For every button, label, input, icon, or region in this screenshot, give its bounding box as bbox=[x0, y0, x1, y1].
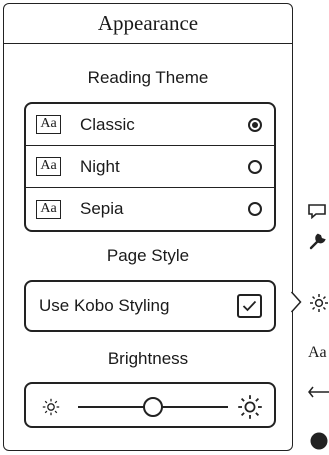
panel-title: Appearance bbox=[4, 4, 292, 44]
brightness-row bbox=[26, 384, 274, 430]
theme-label: Classic bbox=[80, 114, 135, 134]
theme-option-night[interactable]: Aa Night bbox=[26, 146, 274, 188]
radio-button-selected[interactable] bbox=[248, 117, 262, 132]
use-kobo-styling-option[interactable]: Use Kobo Styling bbox=[26, 282, 274, 330]
use-kobo-styling-checkbox[interactable] bbox=[237, 294, 262, 318]
circle-icon[interactable] bbox=[308, 430, 329, 452]
use-kobo-styling-label: Use Kobo Styling bbox=[39, 296, 170, 315]
reading-theme-group: Aa Classic Aa Night Aa Sepia bbox=[24, 102, 276, 232]
theme-label: Sepia bbox=[80, 199, 124, 218]
page-style-heading: Page Style bbox=[106, 246, 190, 265]
reading-theme-heading: Reading Theme bbox=[87, 68, 209, 87]
radio-button[interactable] bbox=[248, 202, 262, 216]
brightness-slider[interactable] bbox=[78, 396, 228, 418]
brightness-icon[interactable] bbox=[308, 292, 329, 314]
callout-pointer bbox=[290, 291, 302, 313]
sun-small-icon bbox=[42, 398, 60, 416]
theme-option-classic[interactable]: Aa Classic bbox=[26, 104, 274, 146]
checkmark-icon bbox=[242, 300, 257, 312]
font-icon[interactable]: Aa bbox=[308, 342, 329, 364]
wrench-icon[interactable] bbox=[308, 230, 329, 252]
page-style-group: Use Kobo Styling bbox=[24, 280, 276, 332]
sun-large-icon bbox=[238, 395, 262, 419]
theme-badge: Aa bbox=[36, 157, 61, 176]
theme-option-sepia[interactable]: Aa Sepia bbox=[26, 188, 274, 230]
theme-label: Night bbox=[80, 156, 120, 176]
brightness-group bbox=[24, 382, 276, 428]
comment-icon[interactable] bbox=[308, 200, 329, 222]
theme-badge: Aa bbox=[36, 199, 61, 219]
brightness-heading: Brightness bbox=[107, 349, 189, 368]
appearance-panel: Appearance Reading Theme Aa Classic Aa N… bbox=[3, 3, 293, 451]
slider-thumb[interactable] bbox=[143, 397, 163, 417]
theme-badge: Aa bbox=[36, 115, 61, 134]
radio-button[interactable] bbox=[248, 159, 262, 174]
width-icon[interactable] bbox=[308, 381, 329, 403]
